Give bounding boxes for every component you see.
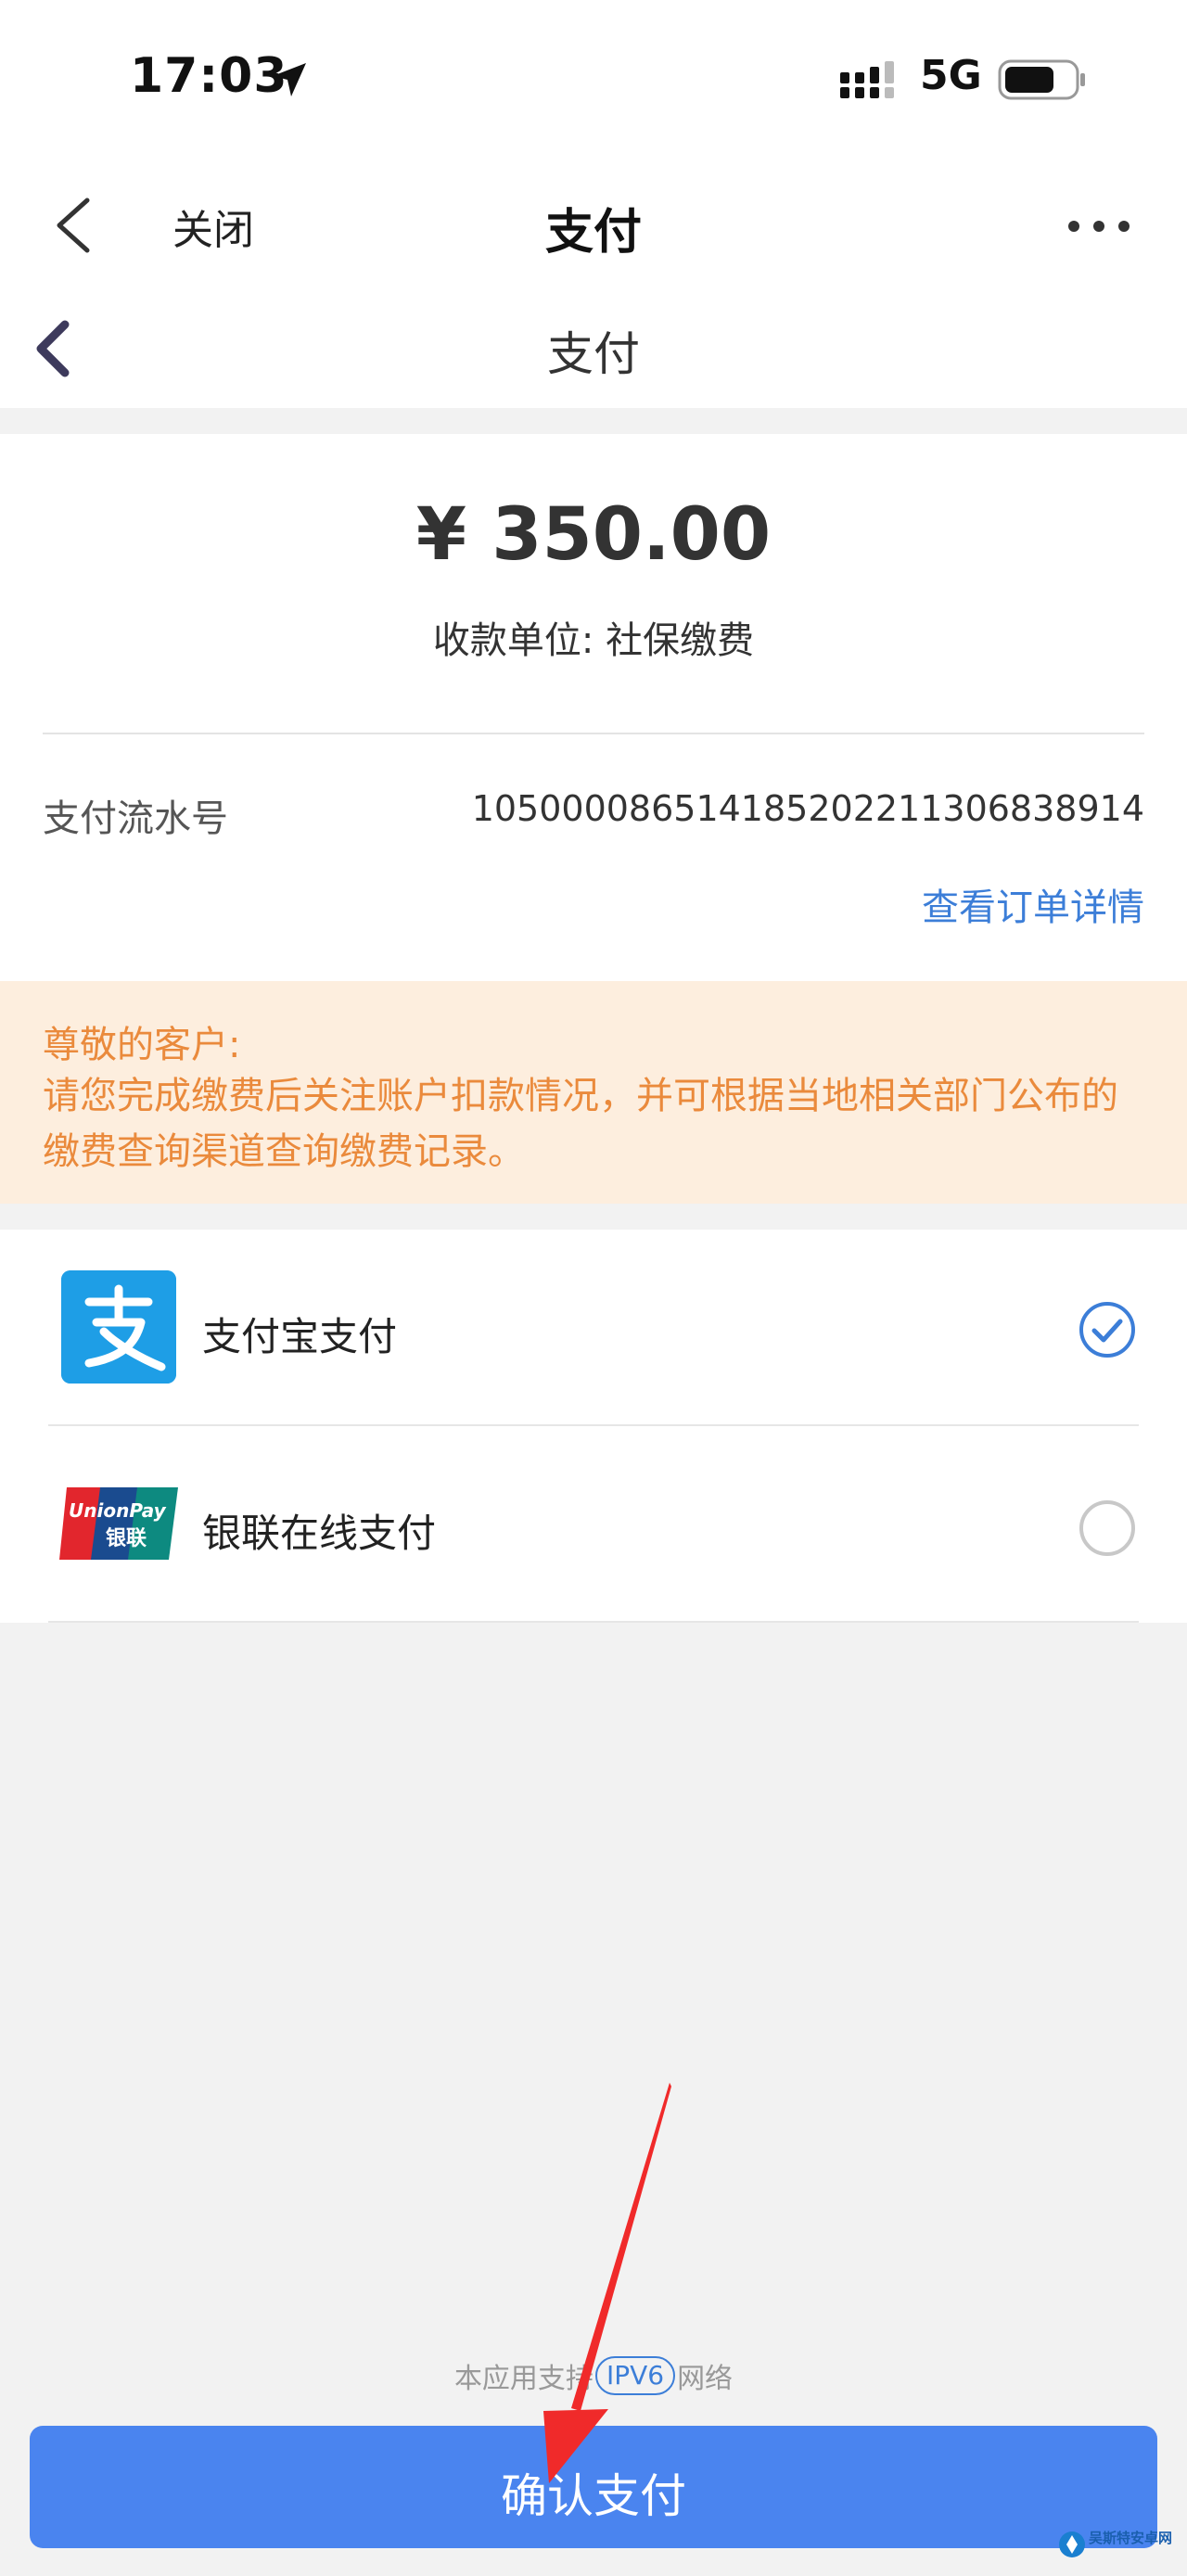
method-label-unionpay[interactable]: 银联在线支付 xyxy=(202,1502,436,1559)
confirm-pay-button[interactable]: 确认支付 xyxy=(30,2426,1157,2548)
ipv6-suffix: 网络 xyxy=(677,2363,734,2395)
unionpay-logo-top-text: UnionPay xyxy=(69,1499,167,1522)
more-dots-icon[interactable] xyxy=(1066,219,1131,237)
signal-bars-icon xyxy=(838,61,903,108)
unionpay-logo-bottom-text: 银联 xyxy=(106,1527,147,1550)
ipv6-note: 本应用支持 IPV6 网络 xyxy=(0,2355,1187,2396)
alipay-logo-icon xyxy=(61,1270,176,1384)
method-label-alipay[interactable]: 支付宝支付 xyxy=(202,1306,397,1362)
notice-body: 请您完成缴费后关注账户扣款情况，并可根据当地相关部门公布的缴费查询渠道查询缴费记… xyxy=(43,1075,1118,1173)
divider xyxy=(48,1424,1139,1426)
location-arrow-icon xyxy=(269,59,310,104)
serial-label: 支付流水号 xyxy=(43,797,228,840)
payee-name: 社保缴费 xyxy=(606,619,755,662)
nav-title: 支付 xyxy=(544,205,642,261)
payee-label: 收款单位: xyxy=(432,619,606,662)
payee-line: 收款单位: 社保缴费 xyxy=(0,610,1187,664)
payment-amount: ¥ 350.00 xyxy=(415,493,772,577)
watermark-text: 吴斯特安卓网 xyxy=(1089,2530,1172,2546)
order-detail-link[interactable]: 查看订单详情 xyxy=(922,877,1144,931)
network-type: 5G xyxy=(920,52,982,99)
divider xyxy=(48,1621,1139,1623)
ipv6-badge: IPV6 xyxy=(594,2356,676,2395)
radio-checked-icon[interactable] xyxy=(1078,1300,1137,1363)
divider xyxy=(43,733,1144,734)
inner-title: 支付 xyxy=(547,327,640,381)
battery-icon xyxy=(998,57,1089,106)
ipv6-prefix: 本应用支持 xyxy=(453,2363,594,2395)
notice-greeting: 尊敬的客户: xyxy=(43,1024,241,1066)
unionpay-logo-icon: UnionPay 银联 xyxy=(57,1484,180,1567)
serial-value: 105000086514185202211306838914 xyxy=(471,788,1144,829)
status-time: 17:03 xyxy=(130,48,288,104)
confirm-pay-label: 确认支付 xyxy=(501,2469,686,2523)
radio-unchecked-icon[interactable] xyxy=(1078,1498,1137,1562)
watermark-logo: 吴斯特安卓网 xyxy=(1055,2519,1185,2576)
